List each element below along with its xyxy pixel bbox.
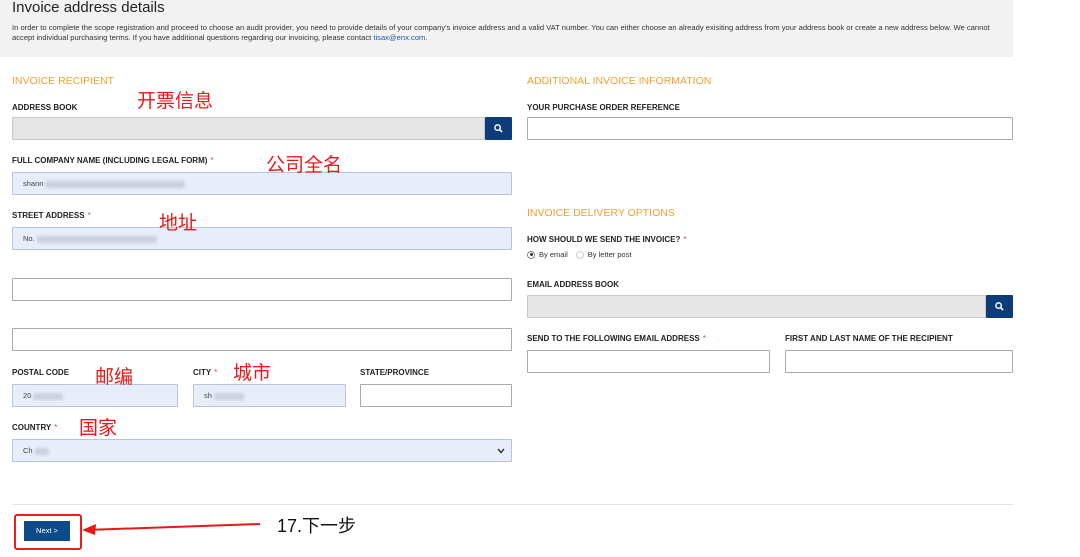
radio-email-label[interactable]: By email <box>539 250 568 259</box>
city-value: sh <box>204 391 212 400</box>
intro-panel: Invoice address details In order to comp… <box>0 0 1013 57</box>
required-mark: * <box>54 423 58 432</box>
email-address-book-label: EMAIL ADDRESS BOOK <box>527 280 620 289</box>
required-mark: * <box>683 235 687 244</box>
city-label-text: CITY <box>193 368 212 377</box>
street-address-line-2-input[interactable] <box>12 278 512 301</box>
street-value: No. <box>23 234 35 243</box>
radio-email[interactable] <box>527 250 535 259</box>
address-book-label: ADDRESS BOOK <box>12 103 78 112</box>
annotation-next-step: 17.下一步 <box>277 516 357 536</box>
redacted-text <box>34 447 49 455</box>
city-input[interactable]: sh <box>193 384 346 407</box>
delivery-options-title: INVOICE DELIVERY OPTIONS <box>527 207 675 219</box>
company-name-label: FULL COMPANY NAME (INCLUDING LEGAL FORM)… <box>12 156 214 165</box>
street-address-input[interactable]: No. <box>12 227 512 250</box>
redacted-text <box>213 392 244 400</box>
send-invoice-label-text: HOW SHOULD WE SEND THE INVOICE? <box>527 235 681 244</box>
send-invoice-label: HOW SHOULD WE SEND THE INVOICE? * <box>527 235 686 244</box>
street-label-text: STREET ADDRESS <box>12 211 85 220</box>
search-icon <box>494 124 503 133</box>
invoice-recipient-title: INVOICE RECIPIENT <box>12 75 115 87</box>
footer-divider <box>12 504 1013 505</box>
required-mark: * <box>210 156 214 165</box>
send-to-email-label-text: SEND TO THE FOLLOWING EMAIL ADDRESS <box>527 334 700 343</box>
country-label: COUNTRY * <box>12 423 57 432</box>
address-book-select[interactable] <box>12 117 485 140</box>
intro-body: In order to complete the scope registrat… <box>12 23 990 42</box>
company-name-value: shann <box>23 179 44 188</box>
postal-value: 20 <box>23 391 32 400</box>
required-mark: * <box>214 368 218 377</box>
street-address-label: STREET ADDRESS * <box>12 211 91 220</box>
city-label: CITY * <box>193 368 217 377</box>
annotation-city: 城市 <box>233 363 272 384</box>
required-mark: * <box>87 211 91 220</box>
email-book-search-button[interactable] <box>986 295 1013 318</box>
radio-letter-post-label[interactable]: By letter post <box>588 250 632 259</box>
po-reference-input[interactable] <box>527 117 1013 140</box>
postal-code-label: POSTAL CODE <box>12 368 70 377</box>
country-label-text: COUNTRY <box>12 423 52 432</box>
additional-info-title: ADDITIONAL INVOICE INFORMATION <box>527 75 712 87</box>
street-address-line-3-input[interactable] <box>12 328 512 351</box>
company-name-input[interactable]: shann <box>12 172 512 195</box>
send-to-email-label: SEND TO THE FOLLOWING EMAIL ADDRESS * <box>527 334 706 343</box>
company-name-label-text: FULL COMPANY NAME (INCLUDING LEGAL FORM) <box>12 156 208 165</box>
contact-email-link[interactable]: tisax@enx.com <box>373 33 425 42</box>
redacted-text <box>33 392 64 400</box>
radio-letter-post[interactable] <box>575 250 584 259</box>
intro-end: . <box>425 33 428 42</box>
annotation-company-name: 公司全名 <box>266 155 343 176</box>
country-select[interactable]: Ch <box>12 439 512 462</box>
search-icon <box>995 302 1004 311</box>
recipient-name-input[interactable] <box>785 350 1013 373</box>
po-reference-label: YOUR PURCHASE ORDER REFERENCE <box>527 103 680 112</box>
annotation-invoice-info: 开票信息 <box>137 91 214 112</box>
address-book-search-button[interactable] <box>485 117 512 140</box>
recipient-name-label: FIRST AND LAST NAME OF THE RECIPIENT <box>785 334 953 343</box>
annotation-postal: 邮编 <box>95 367 134 388</box>
intro-text: In order to complete the scope registrat… <box>12 23 1007 43</box>
send-to-email-input[interactable] <box>527 350 770 373</box>
redacted-text <box>36 235 157 243</box>
page-title: Invoice address details <box>12 0 165 16</box>
state-province-input[interactable] <box>360 384 512 407</box>
state-province-label: STATE/PROVINCE <box>360 368 430 377</box>
chevron-down-icon <box>497 448 505 454</box>
redacted-text <box>45 180 186 188</box>
annotation-arrow <box>82 523 261 535</box>
annotation-address: 地址 <box>159 213 198 234</box>
annotation-highlight-box <box>14 514 82 550</box>
country-value: Ch <box>23 446 33 455</box>
annotation-country: 国家 <box>79 418 118 439</box>
delivery-method-radios: By email By letter post <box>527 250 632 259</box>
required-mark: * <box>702 334 706 343</box>
email-address-book-select[interactable] <box>527 295 986 318</box>
